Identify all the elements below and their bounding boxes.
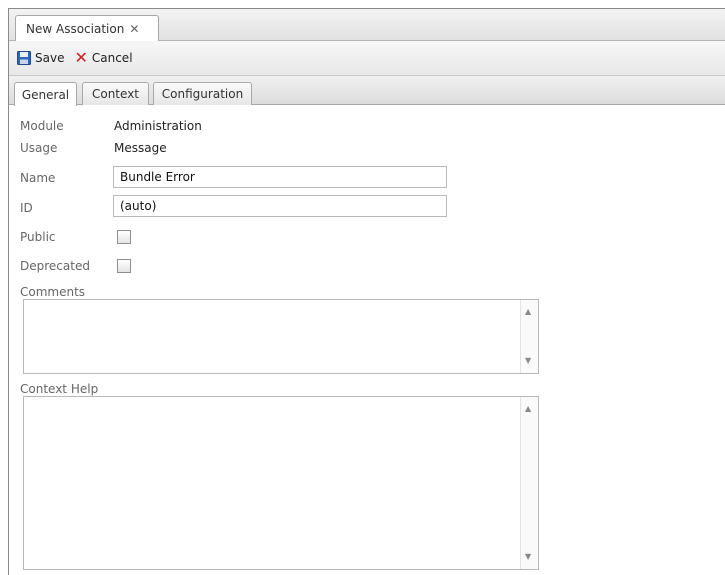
tab-label: Configuration xyxy=(161,87,244,101)
comments-label: Comments xyxy=(20,285,86,299)
scroll-down-icon[interactable]: ▼ xyxy=(525,553,531,561)
toolbar: Save ✕ Cancel xyxy=(9,41,725,76)
scroll-up-icon[interactable]: ▲ xyxy=(525,308,531,316)
cancel-x-icon: ✕ xyxy=(74,48,88,67)
context-help-textarea[interactable]: ▲ ▼ xyxy=(23,396,539,570)
comments-textarea[interactable]: ▲ ▼ xyxy=(23,299,539,374)
save-button[interactable]: Save xyxy=(17,51,64,65)
cancel-button[interactable]: ✕ Cancel xyxy=(74,48,133,67)
tab-general[interactable]: General xyxy=(14,82,77,106)
name-input[interactable]: Bundle Error xyxy=(113,166,447,188)
context-help-label: Context Help xyxy=(20,382,99,396)
cancel-label: Cancel xyxy=(91,51,133,65)
save-disk-icon xyxy=(17,51,31,65)
save-label: Save xyxy=(35,51,65,65)
public-label: Public xyxy=(20,230,56,244)
deprecated-label: Deprecated xyxy=(20,259,90,273)
public-checkbox[interactable] xyxy=(117,230,131,244)
module-value: Administration xyxy=(114,119,202,133)
document-tab-bar: New Association ✕ xyxy=(9,9,725,41)
document-tab-label: New Association xyxy=(26,21,125,36)
scroll-up-icon[interactable]: ▲ xyxy=(525,405,531,413)
name-label: Name xyxy=(20,171,56,185)
usage-label: Usage xyxy=(20,141,58,155)
module-label: Module xyxy=(20,119,64,133)
tab-configuration[interactable]: Configuration xyxy=(153,82,252,105)
tab-label: General xyxy=(21,87,70,102)
form-tab-bar: General Context Configuration xyxy=(9,76,725,106)
id-input[interactable]: (auto) xyxy=(113,195,447,217)
scroll-down-icon[interactable]: ▼ xyxy=(525,357,531,365)
context-help-scrollbar[interactable]: ▲ ▼ xyxy=(520,397,538,569)
tab-context[interactable]: Context xyxy=(82,82,149,105)
close-icon[interactable]: ✕ xyxy=(129,22,139,36)
comments-scrollbar[interactable]: ▲ ▼ xyxy=(520,300,538,373)
usage-value: Message xyxy=(114,141,167,155)
id-label: ID xyxy=(20,201,33,215)
editor-window: New Association ✕ Save ✕ Cancel General … xyxy=(8,8,725,575)
document-tab[interactable]: New Association ✕ xyxy=(15,15,159,41)
tab-label: Context xyxy=(91,87,139,101)
deprecated-checkbox[interactable] xyxy=(117,259,131,273)
